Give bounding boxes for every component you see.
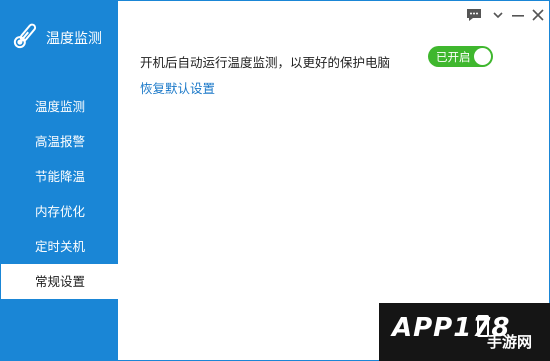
sidebar-item-energy-cooling[interactable]: 节能降温 xyxy=(1,159,118,194)
sidebar-nav: 温度监测 高温报警 节能降温 内存优化 定时关机 常规设置 xyxy=(1,89,119,299)
autostart-description: 开机后自动运行温度监测，以更好的保护电脑 xyxy=(140,55,391,70)
autostart-toggle[interactable]: 已开启 xyxy=(428,46,493,67)
toggle-knob xyxy=(474,48,491,65)
watermark-logo: APP178 手游网 xyxy=(379,303,550,361)
app-window: 温度监测 温度监测 高温报警 节能降温 内存优化 定时关机 常规设置 开机后自动… xyxy=(0,0,550,361)
app-title: 温度监测 xyxy=(46,31,102,47)
app-brand: 温度监测 xyxy=(1,1,118,73)
sidebar: 温度监测 温度监测 高温报警 节能降温 内存优化 定时关机 常规设置 xyxy=(1,1,119,361)
sidebar-item-temperature-monitor[interactable]: 温度监测 xyxy=(1,89,118,124)
restore-defaults-link[interactable]: 恢复默认设置 xyxy=(140,78,215,97)
sidebar-item-memory-optimize[interactable]: 内存优化 xyxy=(1,194,118,229)
thermometer-icon xyxy=(13,23,37,49)
watermark-subtext: 手游网 xyxy=(487,333,533,351)
toggle-label: 已开启 xyxy=(436,50,471,64)
sidebar-item-high-temp-alarm[interactable]: 高温报警 xyxy=(1,124,118,159)
sidebar-item-general-settings[interactable]: 常规设置 xyxy=(1,264,119,299)
sidebar-item-scheduled-shutdown[interactable]: 定时关机 xyxy=(1,229,118,264)
